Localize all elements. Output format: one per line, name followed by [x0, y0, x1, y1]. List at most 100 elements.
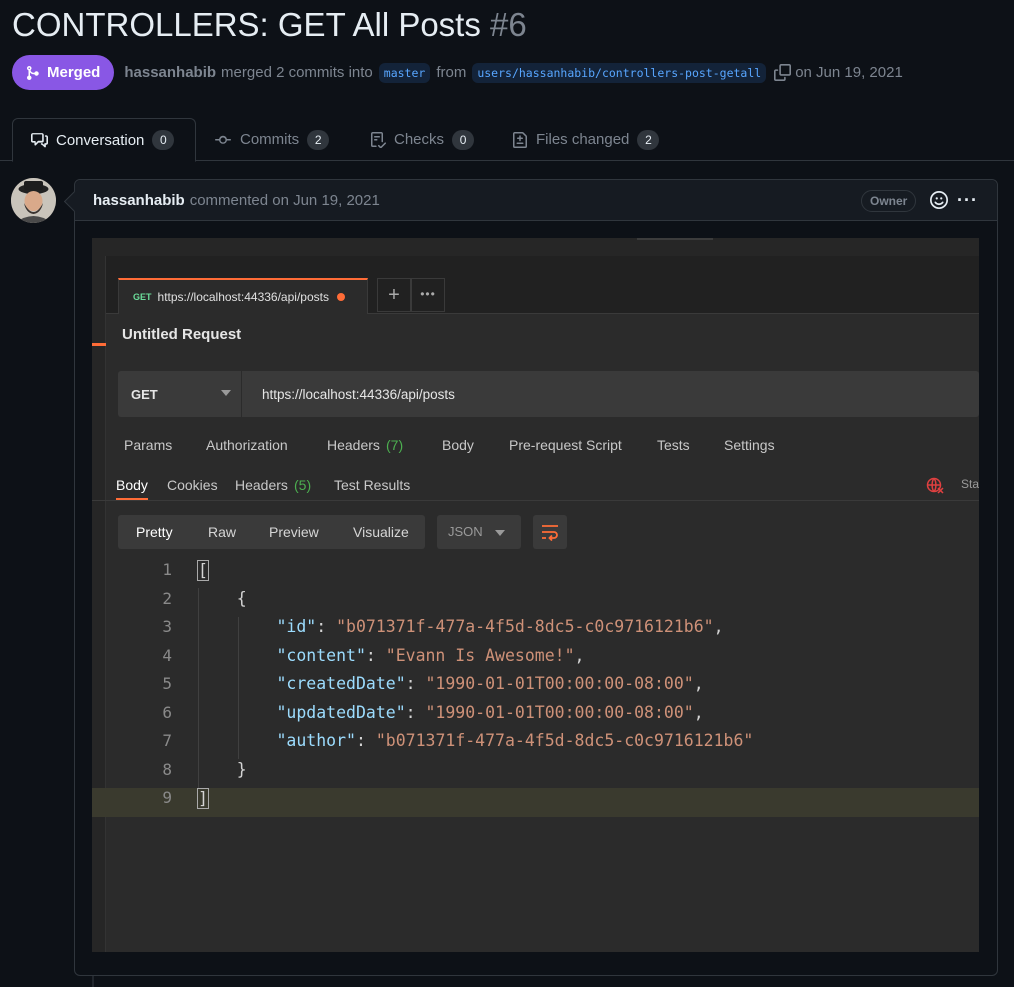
pr-title: CONTROLLERS: GET All Posts #6: [12, 6, 527, 44]
request-tab-bar: GET https://localhost:44336/api/posts + …: [106, 256, 979, 314]
copy-icon[interactable]: [774, 64, 792, 81]
json-key: "updatedDate": [276, 702, 406, 722]
code-line: 2 {: [92, 589, 979, 618]
status-label: Sta: [961, 477, 979, 491]
kebab-menu-icon[interactable]: ···: [957, 190, 978, 211]
tab-settings[interactable]: Settings: [724, 437, 775, 453]
line-number: 9: [162, 788, 172, 807]
merged-label: Merged: [47, 64, 101, 81]
url-input[interactable]: https://localhost:44336/api/posts: [262, 371, 455, 417]
line-number: 1: [162, 560, 172, 579]
tab-body[interactable]: Body: [442, 437, 474, 453]
bracket: ]: [197, 788, 209, 809]
tab-params[interactable]: Params: [124, 437, 172, 453]
avatar[interactable]: [11, 178, 56, 223]
comment-author-link[interactable]: hassanhabib: [93, 192, 185, 209]
pretty-button[interactable]: Pretty: [136, 524, 173, 540]
tab-counter: 0: [452, 129, 475, 150]
line-number: 8: [162, 759, 172, 779]
tab-label: Checks: [394, 131, 445, 148]
method-select[interactable]: GET: [118, 371, 242, 417]
comment-header: hassanhabib commented on Jun 19, 2021 Ow…: [75, 180, 997, 221]
commit-icon: [215, 135, 231, 144]
tab-authorization[interactable]: Authorization: [206, 437, 288, 453]
merged-status-badge: Merged: [12, 55, 115, 90]
request-tab[interactable]: GET https://localhost:44336/api/posts: [118, 278, 368, 314]
tab-commits[interactable]: Commits 2: [196, 118, 347, 161]
pr-tabs: Conversation 0 Commits 2 Checks 0 Files …: [0, 118, 1014, 162]
code-text: }: [197, 759, 247, 779]
raw-button[interactable]: Raw: [208, 524, 236, 540]
json-key: "createdDate": [276, 674, 406, 693]
line-number: 4: [162, 645, 172, 665]
tab-label: Conversation: [56, 131, 145, 149]
chevron-down-icon: [221, 390, 231, 396]
resp-tab-body[interactable]: Body: [116, 477, 148, 500]
globe-error-icon[interactable]: [926, 477, 944, 498]
tab-method: GET: [133, 292, 152, 302]
json-key: "author": [276, 731, 356, 750]
line-number: 7: [162, 731, 172, 750]
code-text: "author": "b071371f-477a-4f5d-8dc5-c0c97…: [276, 731, 754, 750]
from-text: from: [436, 64, 467, 81]
json-value: "1990-01-01T00:00:00-08:00": [425, 702, 694, 722]
tab-label: Files changed: [536, 131, 630, 148]
tab-label: Commits: [240, 131, 300, 148]
base-branch[interactable]: master: [378, 62, 431, 83]
code-text: [: [197, 560, 209, 581]
head-branch[interactable]: users/hassanhabib/controllers-post-getal…: [472, 62, 767, 83]
wrap-lines-icon[interactable]: [533, 515, 567, 549]
new-tab-icon[interactable]: +: [377, 278, 411, 312]
code-line: 6 "updatedDate": "1990-01-01T00:00:00-08…: [92, 703, 979, 732]
resp-tab-test-results[interactable]: Test Results: [334, 477, 410, 493]
response-tabs: Body Cookies Headers (5) Test Results St…: [92, 471, 979, 501]
line-number: 2: [162, 588, 172, 608]
url-bar: GET https://localhost:44336/api/posts: [118, 371, 979, 417]
checks-icon: [371, 131, 386, 148]
comma: ,: [574, 645, 585, 665]
format-button-group: Pretty Raw Preview Visualize: [118, 515, 425, 549]
tab-counter: 2: [307, 129, 330, 150]
tab-checks[interactable]: Checks 0: [352, 118, 492, 161]
code-text: {: [197, 588, 247, 608]
pr-author-link[interactable]: hassanhabib: [124, 64, 216, 81]
json-key: "id": [276, 617, 317, 636]
preview-button[interactable]: Preview: [269, 524, 319, 540]
code-line: 8 }: [92, 760, 979, 789]
request-name[interactable]: Untitled Request: [122, 326, 241, 343]
resp-tab-cookies[interactable]: Cookies: [167, 477, 218, 493]
format-select[interactable]: JSON: [437, 515, 521, 549]
line-number: 3: [162, 617, 172, 636]
tab-url: https://localhost:44336/api/posts: [157, 290, 329, 304]
merge-date: on Jun 19, 2021: [795, 64, 903, 81]
resp-tab-headers[interactable]: Headers: [235, 477, 288, 493]
pr-title-text: CONTROLLERS: GET All Posts: [12, 6, 481, 43]
method-value: GET: [131, 386, 158, 402]
tab-counter: 0: [152, 130, 175, 150]
unsaved-dot-icon: [336, 293, 345, 301]
pr-meta: Merged hassanhabib merged 2 commits into…: [12, 55, 903, 90]
json-value: "1990-01-01T00:00:00-08:00": [425, 674, 694, 693]
more-tabs-icon[interactable]: •••: [411, 278, 445, 312]
code-line: 7 "author": "b071371f-477a-4f5d-8dc5-c0c…: [92, 731, 979, 760]
tab-tests[interactable]: Tests: [657, 437, 690, 453]
line-number: 5: [162, 674, 172, 693]
file-diff-icon: [513, 131, 527, 148]
comma: ,: [693, 674, 704, 693]
code-line-active: 9 ]: [92, 788, 979, 817]
tab-prerequest-script[interactable]: Pre-request Script: [509, 437, 622, 453]
tab-conversation[interactable]: Conversation 0: [12, 118, 196, 162]
tab-counter: 2: [637, 129, 660, 150]
merge-icon: [27, 65, 39, 80]
smiley-icon[interactable]: [930, 191, 948, 213]
format-select-value: JSON: [448, 524, 483, 539]
resp-headers-count: (5): [294, 477, 312, 493]
code-text: "id": "b071371f-477a-4f5d-8dc5-c0c971612…: [276, 617, 724, 636]
tab-files-changed[interactable]: Files changed 2: [494, 118, 677, 161]
code-text: "content": "Evann Is Awesome!",: [276, 645, 585, 665]
comment-timestamp[interactable]: commented on Jun 19, 2021: [190, 192, 380, 209]
code-text: "createdDate": "1990-01-01T00:00:00-08:0…: [276, 674, 704, 693]
tab-headers[interactable]: Headers: [327, 437, 380, 453]
owner-badge: Owner: [861, 190, 917, 212]
visualize-button[interactable]: Visualize: [353, 524, 409, 540]
